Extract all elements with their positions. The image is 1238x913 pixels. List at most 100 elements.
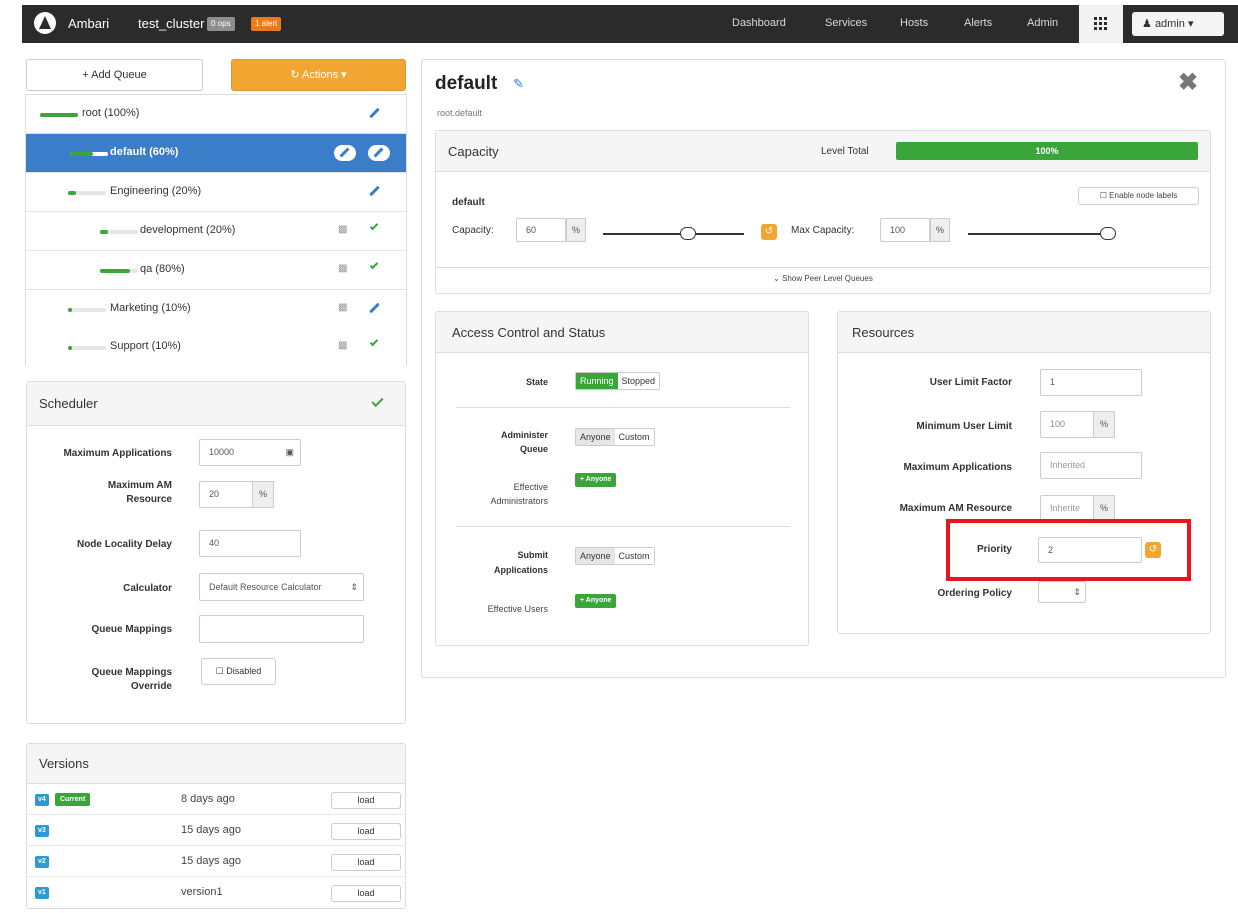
ordering-policy-select[interactable]: ⇕ [1038, 581, 1086, 603]
administer-toggle[interactable]: Anyone Custom [575, 428, 655, 446]
node-locality-label: Node Locality Delay [76, 539, 172, 550]
max-apps-label: Maximum Applications [63, 448, 172, 459]
running-option[interactable]: Running [576, 373, 618, 389]
edit-pencil-icon[interactable] [369, 186, 379, 196]
close-icon[interactable]: ✖ [1178, 68, 1198, 97]
checkbox-icon: ☐ [215, 666, 224, 676]
load-button[interactable]: load [331, 854, 401, 871]
resources-title: Resources [852, 325, 915, 340]
max-am-label-line2: Resource [126, 494, 172, 505]
enable-node-labels-button[interactable]: ☐ Enable node labels [1078, 187, 1199, 205]
custom-option[interactable]: Custom [615, 429, 654, 445]
spinner-icon[interactable]: ▣ [285, 440, 294, 465]
anyone-option[interactable]: Anyone [576, 548, 615, 564]
override-toggle-button[interactable]: ☐ Disabled [201, 658, 276, 685]
version-time: version1 [181, 886, 223, 898]
edit-pencil-icon[interactable] [369, 303, 379, 313]
ops-badge[interactable]: 0 ops [207, 17, 235, 31]
capacity-title: Capacity [448, 144, 499, 159]
add-queue-button[interactable]: + Add Queue [26, 59, 203, 91]
state-toggle[interactable]: Running Stopped [575, 372, 661, 390]
max-am-label-line1: Maximum AM [107, 480, 172, 491]
version-tag: v1 [35, 887, 49, 899]
version-row[interactable]: v4 Current 8 days ago load [26, 784, 406, 815]
administer-label-line2: Queue [519, 444, 548, 454]
nav-link-services[interactable]: Services [825, 17, 867, 29]
version-row[interactable]: v2 15 days ago load [26, 846, 406, 877]
node-locality-input[interactable]: 40 [199, 530, 301, 557]
queue-row-development[interactable]: development (20%) ▩ [26, 212, 406, 251]
capacity-slider-handle[interactable] [679, 227, 696, 240]
max-capacity-input[interactable]: 100 [880, 218, 930, 242]
brand-name[interactable]: Ambari [68, 16, 109, 31]
version-row[interactable]: v3 15 days ago load [26, 815, 406, 846]
queue-row-root[interactable]: root (100%) [26, 95, 406, 134]
ambari-logo-icon[interactable] [34, 12, 56, 34]
user-limit-factor-label: User Limit Factor [929, 377, 1012, 388]
rename-icon[interactable]: ✎ [513, 76, 524, 92]
max-apps-input[interactable]: Inherited [1040, 452, 1142, 479]
capacity-input[interactable]: 60 [516, 218, 566, 242]
anyone-option[interactable]: Anyone [576, 429, 615, 445]
queue-label: default (60%) [110, 146, 179, 158]
anyone-users-badge: + Anyone [575, 594, 617, 608]
submit-label-line1: Submit [517, 550, 549, 560]
select-arrows-icon: ⇕ [1073, 587, 1081, 597]
select-arrows-icon: ⇕ [350, 582, 358, 592]
load-button[interactable]: load [331, 792, 401, 809]
user-menu-button[interactable]: ♟ admin ▾ [1132, 12, 1224, 36]
queue-path: root.default [437, 108, 483, 118]
submit-toggle[interactable]: Anyone Custom [575, 547, 655, 565]
nav-link-alerts[interactable]: Alerts [964, 17, 992, 29]
nav-link-admin[interactable]: Admin [1027, 17, 1058, 29]
custom-option[interactable]: Custom [615, 548, 654, 564]
queue-row-default[interactable]: default (60%) [26, 134, 406, 173]
alerts-badge[interactable]: 1 alert [251, 17, 282, 31]
queue-capacity-bar [68, 308, 106, 312]
stopped-option[interactable]: Stopped [618, 373, 660, 389]
divider [436, 267, 1210, 268]
actions-button[interactable]: ↻ Actions ▾ [231, 59, 406, 91]
load-button[interactable]: load [331, 885, 401, 902]
labels-pill-icon[interactable] [334, 145, 356, 161]
queue-row-engineering[interactable]: Engineering (20%) [26, 173, 406, 212]
queue-row-marketing[interactable]: Marketing (10%) ▩ [26, 290, 406, 329]
max-apps-label: Maximum Applications [903, 462, 1012, 473]
queue-label: Support (10%) [110, 340, 181, 352]
min-user-limit-input[interactable]: 100 [1040, 411, 1094, 438]
labels-icon: ▩ [338, 340, 348, 351]
calculator-select[interactable]: Default Resource Calculator ⇕ [199, 573, 364, 601]
queue-capacity-bar [68, 191, 106, 195]
load-button[interactable]: load [331, 823, 401, 840]
show-peer-queues-link[interactable]: ⌄ Show Peer Level Queues [436, 274, 1210, 283]
max-am-input[interactable]: 20 [199, 481, 253, 508]
max-capacity-slider[interactable] [968, 233, 1108, 235]
queue-mappings-input[interactable] [199, 615, 364, 643]
queue-row-support[interactable]: Support (10%) ▩ [26, 328, 406, 367]
check-icon [369, 260, 379, 270]
labels-icon: ▩ [338, 224, 348, 235]
nav-link-hosts[interactable]: Hosts [900, 17, 928, 29]
max-capacity-slider-handle[interactable] [1100, 227, 1116, 240]
max-apps-input[interactable]: 10000 ▣ [199, 439, 301, 466]
chevron-down-icon: ⌄ [773, 274, 780, 283]
max-am-resource-input[interactable]: Inherite [1040, 495, 1094, 522]
undo-capacity-button[interactable]: ↺ [761, 224, 777, 240]
version-row[interactable]: v1 version1 load [26, 877, 406, 908]
views-grid-button[interactable] [1079, 5, 1123, 43]
user-limit-factor-input[interactable]: 1 [1040, 369, 1142, 396]
nav-link-dashboard[interactable]: Dashboard [732, 17, 786, 29]
queue-row-qa[interactable]: qa (80%) ▩ [26, 251, 406, 290]
check-icon [369, 337, 379, 347]
edit-pencil-icon[interactable] [369, 108, 379, 118]
edit-pencil-icon[interactable] [368, 145, 390, 161]
divider [456, 407, 790, 408]
capacity-slider[interactable] [603, 233, 744, 235]
percent-addon: % [1093, 411, 1115, 438]
checkbox-icon: ☐ [1099, 191, 1107, 200]
version-tag: v4 [35, 794, 49, 806]
labels-icon: ▩ [338, 263, 348, 274]
cluster-name[interactable]: test_cluster [138, 16, 204, 31]
queue-label: Marketing (10%) [110, 302, 191, 314]
override-label-line2: Override [130, 681, 172, 692]
